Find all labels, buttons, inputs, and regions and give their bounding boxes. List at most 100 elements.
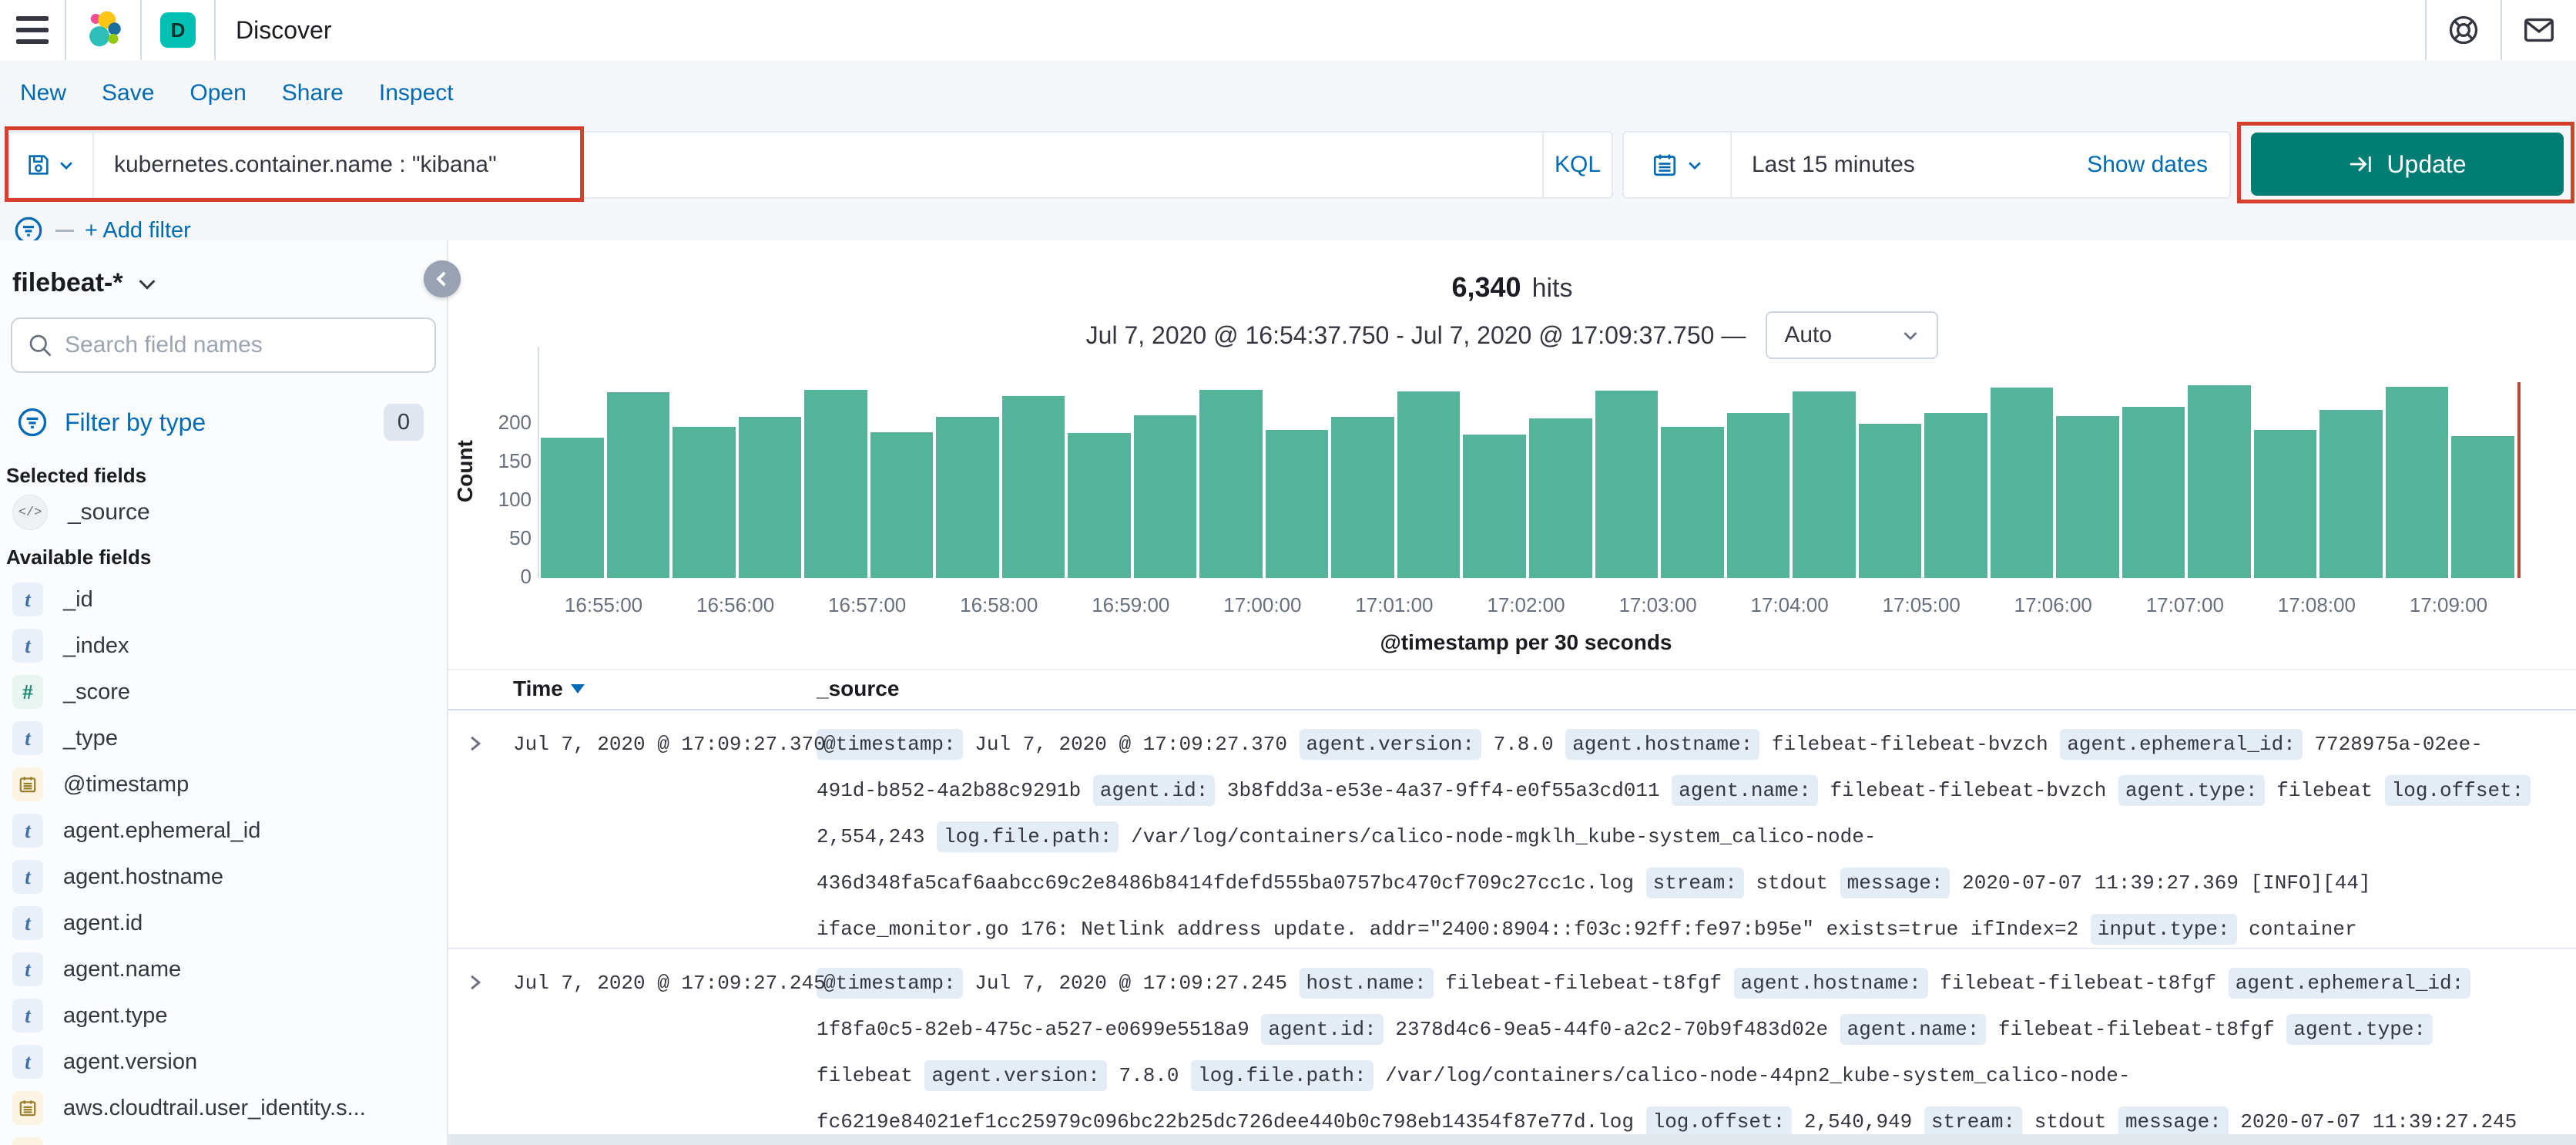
time-header-label: Time xyxy=(513,677,563,700)
filter-by-type-label: Filter by type xyxy=(65,408,206,436)
field-type-icon: t xyxy=(12,721,43,755)
collapse-sidebar-button[interactable] xyxy=(424,260,461,297)
add-filter-button[interactable]: + Add filter xyxy=(85,218,191,243)
field-list-item[interactable]: t agent.id xyxy=(0,900,447,946)
show-dates-button[interactable]: Show dates xyxy=(2087,152,2229,178)
row-source-cell: @timestamp: Jul 7, 2020 @ 17:09:27.245 h… xyxy=(817,949,2533,1145)
histogram-bar[interactable] xyxy=(1133,415,1197,578)
field-type-icon xyxy=(12,767,43,801)
date-quick-menu-button[interactable] xyxy=(1624,133,1732,197)
histogram-bar[interactable] xyxy=(541,438,604,578)
kibana-discover-page: D Discover New Save Open Share Inspect k… xyxy=(0,0,2576,1145)
field-list-item[interactable]: t agent.hostname xyxy=(0,854,447,900)
field-list-item[interactable]: @timestamp xyxy=(0,761,447,808)
help-button[interactable] xyxy=(2427,0,2501,60)
histogram-bar[interactable] xyxy=(2056,416,2119,578)
current-time-marker xyxy=(2517,382,2521,578)
histogram-bar[interactable] xyxy=(870,432,934,578)
histogram-bar[interactable] xyxy=(1397,391,1461,578)
source-field-key: agent.id: xyxy=(1261,1014,1384,1045)
field-list-item[interactable]: t _index xyxy=(0,623,447,669)
histogram-bar[interactable] xyxy=(1331,417,1394,578)
kql-language-button[interactable]: KQL xyxy=(1542,133,1612,197)
index-pattern-switcher[interactable]: filebeat-* xyxy=(12,268,159,298)
saved-query-menu-button[interactable] xyxy=(8,133,94,197)
nav-inspect[interactable]: Inspect xyxy=(379,80,454,106)
query-input[interactable]: kubernetes.container.name : "kibana" xyxy=(94,152,1542,178)
histogram-bar[interactable] xyxy=(738,417,802,578)
chevron-left-icon xyxy=(436,271,446,287)
hits-line: 6,340 hits xyxy=(448,271,2576,304)
source-field-key: message: xyxy=(1840,868,1950,898)
histogram-bar[interactable] xyxy=(1199,390,1263,578)
field-name: agent.type xyxy=(63,1002,168,1028)
field-list-item[interactable]: t agent.name xyxy=(0,946,447,992)
source-field-key: log.file.path: xyxy=(1191,1060,1374,1091)
field-list-item[interactable]: t agent.type xyxy=(0,992,447,1039)
histogram-bar[interactable] xyxy=(1463,435,1526,578)
field-list-item[interactable]: t _type xyxy=(0,715,447,761)
field-name: _index xyxy=(63,633,129,658)
field-list-item[interactable]: azure.auditlogs.properties.ac... xyxy=(0,1131,447,1145)
field-search-input[interactable] xyxy=(65,332,434,358)
nav-new[interactable]: New xyxy=(20,80,66,106)
field-type-icon: t xyxy=(12,906,43,940)
histogram-bar[interactable] xyxy=(606,392,670,578)
field-type-icon: t xyxy=(12,860,43,894)
source-field-value: filebeat xyxy=(2276,779,2373,802)
nav-open[interactable]: Open xyxy=(190,80,246,106)
field-list-item[interactable]: aws.cloudtrail.user_identity.s... xyxy=(0,1085,447,1131)
histogram-bar[interactable] xyxy=(1924,413,1987,578)
field-list-item[interactable]: t _id xyxy=(0,576,447,623)
histogram-bar[interactable] xyxy=(936,417,999,578)
histogram-plot[interactable] xyxy=(538,347,2521,578)
field-list-item[interactable]: # _score xyxy=(0,669,447,715)
nav-share[interactable]: Share xyxy=(282,80,344,106)
histogram-bar[interactable] xyxy=(2122,407,2185,578)
y-tick-label: 150 xyxy=(498,449,532,472)
histogram-bar[interactable] xyxy=(2385,387,2449,578)
row-time-cell: Jul 7, 2020 @ 17:09:27.245 xyxy=(513,972,826,995)
field-type-icon: # xyxy=(12,675,43,709)
chevron-down-icon xyxy=(1903,332,1917,341)
x-axis-ticks: 16:55:00 16:56:00 16:57:00 16:58:00 16:59:00… xyxy=(538,593,2514,621)
field-list-item[interactable]: t agent.version xyxy=(0,1039,447,1085)
y-tick-label: 50 xyxy=(509,526,532,549)
source-field-key: agent.ephemeral_id: xyxy=(2060,729,2303,760)
histogram-bar[interactable] xyxy=(2188,385,2251,578)
expand-row-button[interactable] xyxy=(465,734,485,756)
time-column-header[interactable]: Time xyxy=(513,677,585,701)
chevron-right-icon xyxy=(471,736,481,751)
refresh-apply-icon xyxy=(2350,156,2372,172)
newsfeed-button[interactable] xyxy=(2502,0,2576,60)
expand-row-button[interactable] xyxy=(465,972,485,995)
histogram-bar[interactable] xyxy=(1793,391,1856,578)
horizontal-scrollbar[interactable] xyxy=(448,1134,2576,1145)
histogram-bar[interactable] xyxy=(2253,430,2317,578)
elastic-logo[interactable] xyxy=(66,0,140,60)
histogram-bar[interactable] xyxy=(2319,410,2383,578)
update-button[interactable]: Update xyxy=(2251,133,2564,196)
update-button-label: Update xyxy=(2386,149,2467,178)
time-range-value[interactable]: Last 15 minutes xyxy=(1732,152,1915,178)
histogram-bar[interactable] xyxy=(1528,418,1592,578)
fields-sidebar: filebeat-* Filter by type 0 Selected fie… xyxy=(0,240,447,1145)
histogram-bar[interactable] xyxy=(673,427,736,578)
histogram-bar[interactable] xyxy=(1068,433,1131,578)
histogram-bar[interactable] xyxy=(1001,396,1065,578)
field-item-source[interactable]: </> _source xyxy=(12,495,150,530)
menu-icon[interactable] xyxy=(0,0,65,60)
histogram-bar[interactable] xyxy=(804,390,867,578)
histogram-bar[interactable] xyxy=(1726,413,1790,578)
histogram-bar[interactable] xyxy=(2451,436,2514,578)
field-list-item[interactable]: t agent.ephemeral_id xyxy=(0,808,447,854)
histogram-bar[interactable] xyxy=(1595,391,1659,578)
histogram-bar[interactable] xyxy=(1661,427,1724,578)
histogram-bar[interactable] xyxy=(1858,424,1922,578)
filter-by-type-button[interactable]: Filter by type xyxy=(15,405,206,439)
histogram-bar[interactable] xyxy=(1265,430,1329,578)
histogram-bar[interactable] xyxy=(1990,388,2054,578)
sort-desc-icon xyxy=(570,684,585,693)
mail-icon xyxy=(2524,18,2554,42)
nav-save[interactable]: Save xyxy=(102,80,154,106)
